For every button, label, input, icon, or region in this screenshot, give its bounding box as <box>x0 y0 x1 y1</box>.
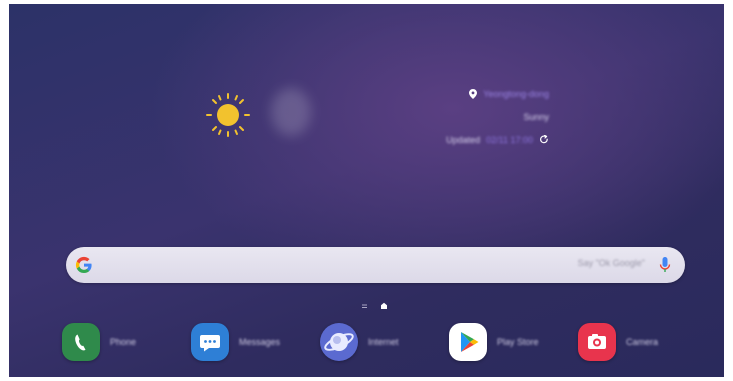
microphone-icon[interactable] <box>659 255 671 275</box>
play-store-icon[interactable] <box>449 323 487 361</box>
search-hint: Say "Ok Google" <box>577 258 645 268</box>
location-pin-icon <box>469 88 478 99</box>
page-indicator[interactable] <box>359 298 399 309</box>
google-g-icon <box>74 255 94 275</box>
messages-label: Messages <box>239 337 281 347</box>
updated-row: Updated 02/11 17:00 <box>446 128 549 151</box>
dock-item-internet[interactable]: Internet <box>320 322 399 362</box>
home-screen: Yeongtong-dong Sunny Updated 02/11 17:00… <box>9 4 724 377</box>
camera-icon[interactable] <box>578 323 616 361</box>
dock-item-messages[interactable]: Messages <box>191 322 280 362</box>
phone-icon[interactable] <box>62 323 100 361</box>
dock-item-play-store[interactable]: Play Store <box>449 322 539 362</box>
location-row: Yeongtong-dong <box>446 82 549 105</box>
play-store-label: Play Store <box>497 337 539 347</box>
weather-info[interactable]: Yeongtong-dong Sunny Updated 02/11 17:00 <box>446 82 549 151</box>
dock-item-camera[interactable]: Camera <box>578 322 658 362</box>
condition-text: Sunny <box>523 111 549 122</box>
updated-time: 02/11 17:00 <box>486 134 533 145</box>
updated-label: Updated <box>446 134 481 145</box>
app-dock: Phone Messages Internet Play Store Camer… <box>62 322 682 362</box>
camera-label: Camera <box>626 337 659 347</box>
dock-item-phone[interactable]: Phone <box>62 322 136 362</box>
messages-icon[interactable] <box>191 323 229 361</box>
temperature-blurred[interactable] <box>271 88 311 136</box>
internet-icon[interactable] <box>320 323 358 361</box>
condition-row: Sunny <box>446 105 549 128</box>
google-search-bar[interactable]: Say "Ok Google" <box>66 247 685 283</box>
location-text: Yeongtong-dong <box>483 88 549 99</box>
phone-label: Phone <box>110 337 137 347</box>
sun-icon[interactable] <box>205 92 251 138</box>
internet-label: Internet <box>368 337 399 347</box>
refresh-icon[interactable] <box>539 134 549 145</box>
